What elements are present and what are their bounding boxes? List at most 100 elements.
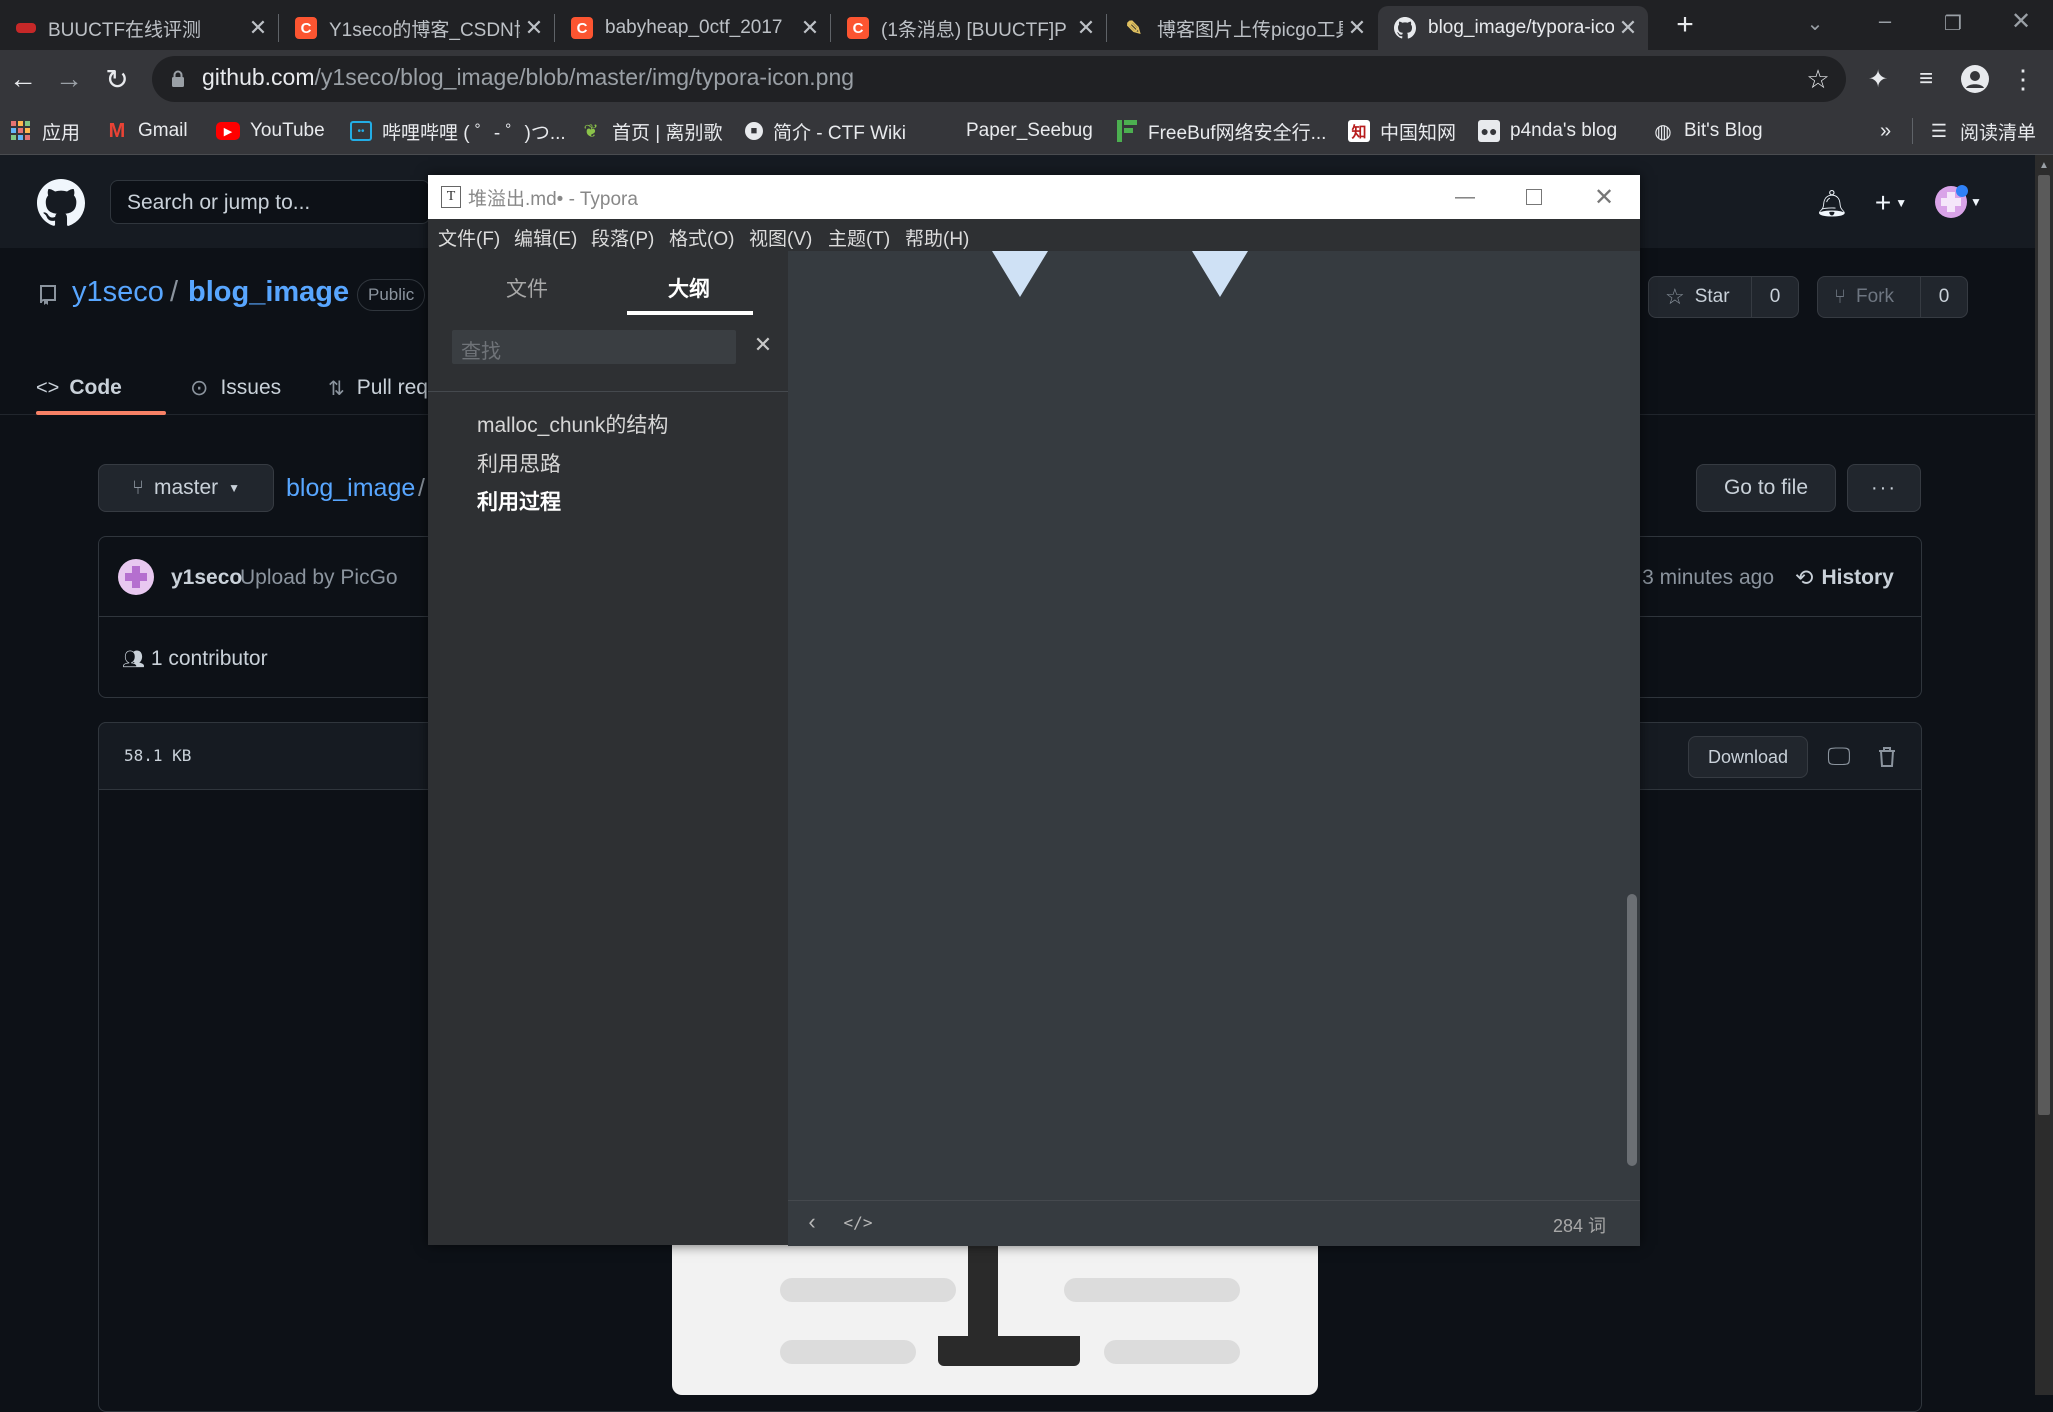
bookmark-label: p4nda's blog [1510,120,1618,141]
browser-tab-active[interactable]: blog_image/typora-icon ✕ [1378,6,1648,50]
fork-button[interactable]: ⑂ Fork [1817,276,1921,318]
close-tab-icon[interactable]: ✕ [1343,15,1371,41]
close-tab-icon[interactable]: ✕ [244,15,272,41]
bookmark-libiege[interactable]: ❦ 首页 | 离别歌 [580,114,722,148]
commit-author-link[interactable]: y1seco [171,566,242,590]
tab-code[interactable]: <> Code [36,362,122,414]
page-scrollbar-thumb[interactable] [2038,175,2050,1115]
browser-tab[interactable]: C (1条消息) [BUUCTF]P ✕ [831,6,1106,50]
menu-view[interactable]: 视图(V) [749,224,812,251]
close-tab-icon[interactable]: ✕ [520,15,548,41]
close-tab-icon[interactable]: ✕ [1072,15,1100,41]
profile-avatar-icon[interactable] [1958,62,1992,96]
source-code-mode-icon[interactable]: </> [842,1208,874,1236]
star-button[interactable]: ☆ Star [1648,276,1752,318]
history-clock-icon: ⟲ [1795,565,1814,590]
typora-maximize-icon[interactable] [1526,189,1542,205]
contributors-link[interactable]: 👥︎ 1 contributor [122,644,268,674]
commit-message-link[interactable]: Upload by PicGo [240,566,398,590]
tab-issues[interactable]: ⊙ Issues [190,362,281,414]
bookmark-cnki[interactable]: 知 中国知网 [1348,114,1456,148]
repo-name-link[interactable]: blog_image [188,276,349,309]
menu-edit[interactable]: 编辑(E) [514,224,577,251]
github-logo-icon[interactable] [36,178,86,228]
trash-icon[interactable] [1870,740,1904,774]
browser-tab[interactable]: ✎ 博客图片上传picgo工具 ✕ [1107,6,1377,50]
bookmark-apps[interactable]: 应用 [10,114,80,148]
outline-item[interactable]: 利用思路 [477,448,561,478]
menu-paragraph[interactable]: 段落(P) [591,224,654,251]
buuctf-icon [16,23,36,33]
bookmark-star-icon[interactable]: ☆ [1802,62,1834,96]
menu-theme[interactable]: 主题(T) [828,224,890,251]
outline-item-active[interactable]: 利用过程 [477,486,561,516]
toggle-sidebar-chevron-icon[interactable]: ‹ [800,1208,824,1236]
reload-icon[interactable]: ↻ [102,62,132,96]
close-window-icon[interactable]: ✕ [2006,6,2036,36]
repo-owner-link[interactable]: y1seco [72,276,164,309]
history-link[interactable]: ⟲ History [1795,562,1894,594]
url-text[interactable]: github.com/y1seco/blog_image/blob/master… [202,64,854,91]
browser-tab[interactable]: C Y1seco的博客_CSDN博客 ✕ [279,6,554,50]
branch-select-button[interactable]: ⑂ master ▼ [98,464,274,512]
people-icon: 👥︎ [122,648,145,669]
minimize-window-icon[interactable]: – [1870,6,1900,36]
browser-tab[interactable]: BUUCTF在线评测 ✕ [0,6,278,50]
download-button[interactable]: Download [1688,736,1808,778]
branch-icon: ⑂ [131,476,144,499]
sidebar-tab-outline[interactable]: 大纲 [668,273,710,303]
typora-close-icon[interactable]: ✕ [1589,182,1619,212]
lock-icon[interactable] [168,66,188,92]
clear-search-close-icon[interactable]: ✕ [748,330,778,360]
bookmark-bits-blog[interactable]: ◍ Bit's Blog [1652,114,1762,148]
breadcrumb-separator: / [418,474,425,502]
fork-label: Fork [1856,286,1894,307]
restore-window-icon[interactable]: ❐ [1938,8,1968,38]
bookmark-seebug[interactable]: Paper_Seebug [938,114,1093,148]
more-options-button[interactable]: ··· [1847,464,1921,512]
forward-arrow-icon[interactable]: → [54,62,84,96]
back-arrow-icon[interactable]: ← [8,62,38,96]
bookmark-p4nda[interactable]: ●● p4nda's blog [1478,114,1617,148]
bookmark-freebuf[interactable]: FreeBuf网络安全行... [1116,114,1326,148]
bookmark-youtube[interactable]: ▶ YouTube [216,114,325,148]
close-tab-icon[interactable]: ✕ [1614,15,1642,41]
new-tab-icon[interactable]: + [1670,8,1700,41]
more-bookmarks-button[interactable]: » [1880,114,1891,148]
create-new-plus-icon[interactable]: + ▼ [1866,186,1916,220]
tab-title: babyheap_0ctf_2017 [605,17,783,38]
tab-search-chevron-icon[interactable]: ⌄ [1800,8,1830,38]
bookmark-bilibili[interactable]: •• 哔哩哔哩 ( ゜- ゜)つ... [350,114,566,148]
sidebar-tab-files[interactable]: 文件 [506,273,548,303]
go-to-file-button[interactable]: Go to file [1696,464,1836,512]
branch-name: master [153,476,219,499]
menu-file[interactable]: 文件(F) [438,224,500,251]
bookmark-gmail[interactable]: M Gmail [106,114,188,148]
breadcrumb-repo-link[interactable]: blog_image [286,474,415,503]
media-queue-icon[interactable]: ≡ [1910,62,1942,96]
commit-time[interactable]: 3 minutes ago [1640,566,1774,590]
typora-minimize-icon[interactable]: — [1450,182,1480,212]
close-tab-icon[interactable]: ✕ [796,15,824,41]
desktop-icon[interactable]: 🖵︎ [1822,740,1856,774]
browser-menu-kebab-icon[interactable]: ⋮ [2008,62,2038,96]
user-avatar[interactable]: ▼ [1932,182,1984,222]
tab-pull-requests[interactable]: ⇅ Pull requests [328,362,428,414]
menu-format[interactable]: 格式(O) [669,224,734,251]
star-count[interactable]: 0 [1751,276,1799,318]
author-avatar[interactable] [118,559,154,595]
notifications-bell-icon[interactable]: 🔔︎ [1816,186,1849,220]
fork-count[interactable]: 0 [1920,276,1968,318]
active-tab-underline [36,411,166,415]
editor-scrollbar-thumb[interactable] [1627,894,1637,1166]
bookmark-ctfwiki[interactable]: ■ 简介 - CTF Wiki [745,114,906,148]
browser-tab[interactable]: C babyheap_0ctf_2017 ✕ [555,6,830,50]
outline-item[interactable]: malloc_chunk的结构 [477,409,668,439]
typora-editor-area[interactable] [788,251,1640,1200]
github-search-input[interactable]: Search or jump to... [110,180,430,224]
scroll-up-arrow-icon[interactable]: ▲ [2038,160,2050,172]
reading-list-button[interactable]: ☰ 阅读清单 [1928,114,2036,148]
extensions-puzzle-icon[interactable]: ✦ [1862,62,1894,96]
menu-help[interactable]: 帮助(H) [905,224,969,251]
word-count[interactable]: 284 词 [1530,1212,1606,1238]
